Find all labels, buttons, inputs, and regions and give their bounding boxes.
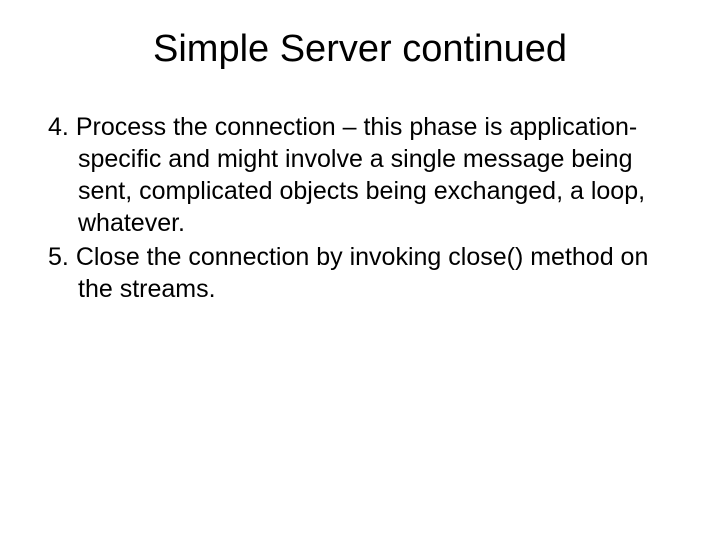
slide-content: 4. Process the connection – this phase i…	[40, 111, 680, 305]
list-item: 5. Close the connection by invoking clos…	[48, 241, 660, 305]
list-item: 4. Process the connection – this phase i…	[48, 111, 660, 239]
slide-title: Simple Server continued	[40, 28, 680, 71]
list-item-number: 5.	[48, 243, 69, 271]
list-item-number: 4.	[48, 113, 69, 141]
slide: Simple Server continued 4. Process the c…	[0, 0, 720, 540]
list-item-text: Close the connection by invoking close()…	[76, 243, 649, 303]
list-item-text: Process the connection – this phase is a…	[76, 113, 645, 237]
